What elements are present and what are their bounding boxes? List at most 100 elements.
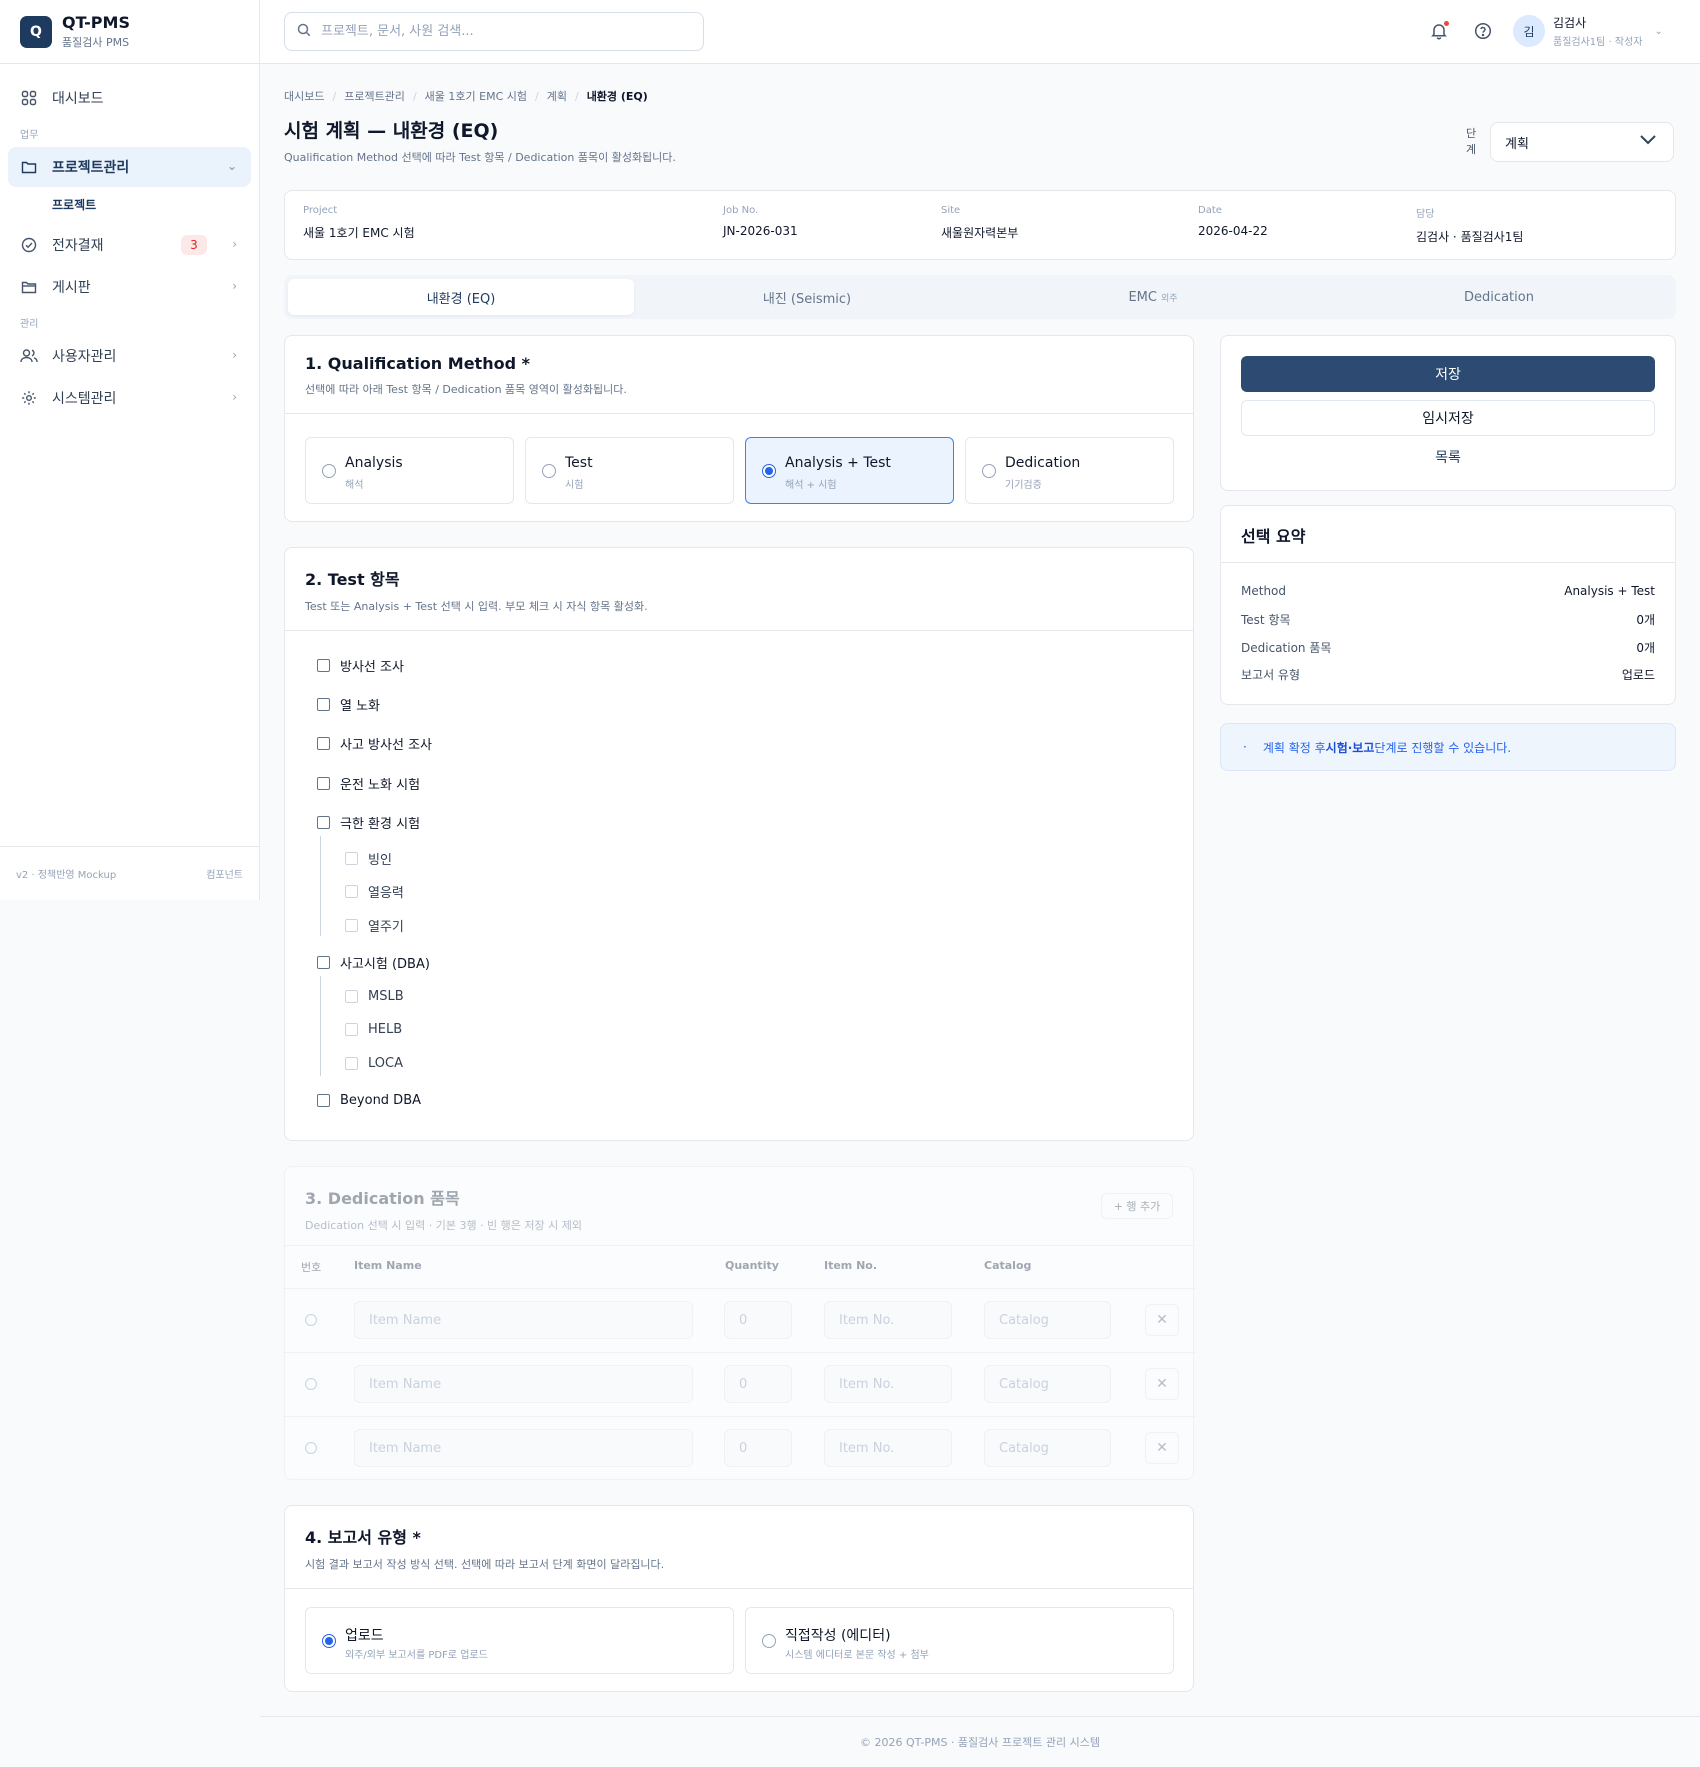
tab-dedication[interactable]: Dedication [1326,279,1672,315]
catalog-input[interactable]: Catalog [984,1365,1111,1403]
checkbox[interactable] [345,852,358,865]
report-option-upload[interactable]: 업로드 외주/외부 보고서를 PDF로 업로드 [305,1607,734,1674]
radio[interactable] [982,464,996,478]
draft-save-button[interactable]: 임시저장 [1241,400,1655,436]
radio-selected[interactable] [322,1634,336,1648]
user-menu[interactable]: 김 김검사 품질검사1팀 · 작성자 ⌄ [1513,14,1663,48]
info-label: Date [1198,205,1222,216]
stage-select[interactable]: 계획 [1490,122,1674,162]
item-no-input[interactable]: Item No. [824,1301,952,1339]
item-no-input[interactable]: Item No. [824,1429,952,1467]
test-subitem[interactable]: 열주기 [345,916,404,935]
stage-label: 단계 [1465,127,1477,156]
radio-selected[interactable] [762,464,776,478]
save-button[interactable]: 저장 [1241,356,1655,392]
test-subitem[interactable]: MSLB [345,989,404,1004]
radio[interactable] [322,464,336,478]
list-button[interactable]: 목록 [1241,442,1655,472]
method-option-analysis[interactable]: Analysis 해석 [305,437,514,504]
bell-icon[interactable] [1428,20,1450,42]
radio[interactable] [542,464,556,478]
info-label: 담당 [1416,209,1435,220]
components-link[interactable]: 컴포넌트 [206,866,243,881]
test-item-accident-radiation[interactable]: 사고 방사선 조사 [317,734,432,753]
breadcrumb-item[interactable]: 새울 1호기 EMC 시험 [425,88,527,104]
test-item-radiation[interactable]: 방사선 조사 [317,656,404,675]
method-option-analysis-test[interactable]: Analysis + Test 해석 + 시험 [745,437,954,504]
checkbox[interactable] [317,737,330,750]
notice-highlight: 시험·보고 [1325,740,1375,755]
checkbox[interactable] [317,698,330,711]
tab-emc[interactable]: EMC 외주 [980,279,1326,315]
tab-label: Dedication [1464,289,1534,305]
quantity-input[interactable]: 0 [724,1365,792,1403]
checkbox[interactable] [317,659,330,672]
sidebar-item-projects[interactable]: 프로젝트관리 ⌄ [8,147,251,187]
catalog-input[interactable]: Catalog [984,1429,1111,1467]
delete-row-button[interactable]: ✕ [1145,1368,1179,1400]
test-item-dba[interactable]: 사고시험 (DBA) [317,953,430,972]
outsourced-tag: 외주 [1160,293,1178,304]
breadcrumb-separator: / [332,89,337,103]
test-subitem[interactable]: 빙인 [345,849,392,868]
sidebar-item-system[interactable]: 시스템관리 › [8,378,251,418]
item-name-input[interactable]: Item Name [354,1365,693,1403]
checkbox[interactable] [317,816,330,829]
item-name-input[interactable]: Item Name [354,1429,693,1467]
quantity-input[interactable]: 0 [724,1429,792,1467]
tab-eq[interactable]: 내환경 (EQ) [288,279,634,315]
option-title: Test [565,455,593,471]
checkbox[interactable] [345,885,358,898]
sidebar-item-users[interactable]: 사용자관리 › [8,336,251,376]
report-option-editor[interactable]: 직접작성 (에디터) 시스템 에디터로 본문 작성 + 첨부 [745,1607,1174,1674]
logo[interactable]: Q QT-PMS 품질검사 PMS [0,0,259,64]
checkbox[interactable] [317,1094,330,1107]
sidebar: Q QT-PMS 품질검사 PMS 대시보드 업무 프로젝트관리 ⌄ 프로젝트 … [0,0,260,900]
app-name: QT-PMS [62,13,130,32]
option-title: Dedication [1005,455,1081,471]
test-subitem[interactable]: LOCA [345,1056,403,1071]
test-item-extreme-env[interactable]: 극한 환경 시험 [317,813,420,832]
item-no-input[interactable]: Item No. [824,1365,952,1403]
help-icon[interactable] [1472,20,1494,42]
method-option-dedication[interactable]: Dedication 기기검증 [965,437,1174,504]
tab-bar: 내환경 (EQ) 내진 (Seismic) EMC 외주 Dedication [284,275,1676,319]
checkbox[interactable] [345,990,358,1003]
option-subtitle: 기기검증 [1005,480,1042,491]
logo-mark: Q [20,15,52,48]
checkbox[interactable] [345,1057,358,1070]
test-item-thermal-aging[interactable]: 열 노화 [317,695,380,714]
tab-label: 내환경 (EQ) [426,291,496,307]
radio[interactable] [762,1634,776,1648]
breadcrumb: 대시보드 / 프로젝트관리 / 새울 1호기 EMC 시험 / 계획 / 내환경 (EQ… [284,86,1676,106]
sidebar-item-approval[interactable]: 전자결재 3 › [8,225,251,265]
test-subitem[interactable]: HELB [345,1022,402,1037]
method-option-test[interactable]: Test 시험 [525,437,734,504]
card-desc: Test 또는 Analysis + Test 선택 시 입력. 부모 체크 시… [305,600,648,613]
checkbox[interactable] [345,1023,358,1036]
checkbox[interactable] [317,777,330,790]
catalog-input[interactable]: Catalog [984,1301,1111,1339]
test-subitem[interactable]: 열응력 [345,882,404,901]
breadcrumb-item[interactable]: 대시보드 [284,88,324,104]
topbar: 김 김검사 품질검사1팀 · 작성자 ⌄ [260,0,1700,64]
add-row-button[interactable]: + 행 추가 [1101,1193,1173,1219]
search-input[interactable] [321,24,681,39]
checkbox[interactable] [317,956,330,969]
summary-key: Method [1241,584,1287,598]
sidebar-item-board[interactable]: 게시판 › [8,267,251,307]
breadcrumb-item[interactable]: 계획 [547,88,567,104]
search-box[interactable] [284,12,704,51]
sidebar-subitem-project[interactable]: 프로젝트 [8,189,251,219]
delete-row-button[interactable]: ✕ [1145,1432,1179,1464]
tab-seismic[interactable]: 내진 (Seismic) [634,279,980,315]
avatar: 김 [1513,15,1545,47]
test-item-operational-aging[interactable]: 운전 노화 시험 [317,774,420,793]
breadcrumb-item[interactable]: 프로젝트관리 [344,88,405,104]
test-item-beyond-dba[interactable]: Beyond DBA [317,1093,421,1108]
item-name-input[interactable]: Item Name [354,1301,693,1339]
sidebar-item-dashboard[interactable]: 대시보드 [8,78,251,118]
quantity-input[interactable]: 0 [724,1301,792,1339]
delete-row-button[interactable]: ✕ [1145,1304,1179,1336]
checkbox[interactable] [345,919,358,932]
